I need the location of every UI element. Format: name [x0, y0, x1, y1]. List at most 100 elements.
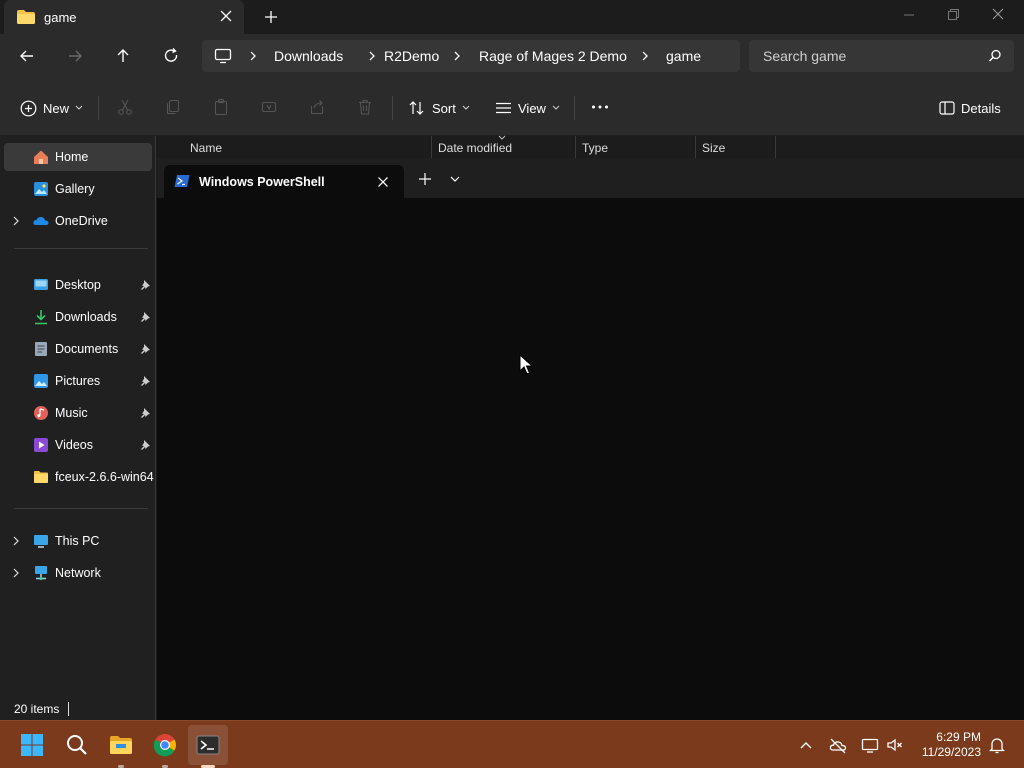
breadcrumb-downloads[interactable]: Downloads	[274, 48, 343, 64]
forward-icon[interactable]	[65, 46, 85, 66]
explorer-tab-game[interactable]: game	[4, 0, 244, 34]
chevron-right-icon[interactable]	[248, 50, 258, 62]
breadcrumb-rage-of-mages-2-demo[interactable]: Rage of Mages 2 Demo	[479, 48, 627, 64]
terminal-tab-powershell[interactable]: Windows PowerShell	[164, 165, 404, 198]
paste-icon[interactable]	[211, 97, 231, 117]
column-divider[interactable]	[431, 136, 432, 158]
close-window-icon[interactable]	[985, 5, 1011, 25]
view-button[interactable]: View	[495, 98, 560, 118]
chevron-right-icon[interactable]	[12, 216, 20, 226]
divider	[98, 96, 99, 120]
volume-muted-icon[interactable]	[885, 735, 905, 755]
sidebar-divider	[14, 508, 148, 509]
pin-icon[interactable]	[139, 311, 151, 323]
sort-indicator-icon	[498, 135, 506, 140]
display-icon[interactable]	[860, 735, 880, 755]
breadcrumb-game[interactable]: game	[666, 48, 701, 64]
sidebar-item-onedrive[interactable]: OneDrive	[4, 207, 152, 235]
chevron-down-icon[interactable]	[449, 175, 461, 183]
refresh-icon[interactable]	[161, 46, 181, 66]
onedrive-offline-icon[interactable]	[828, 735, 848, 755]
terminal-icon[interactable]	[196, 733, 220, 757]
pin-icon[interactable]	[139, 343, 151, 355]
new-tab-icon[interactable]	[418, 172, 432, 186]
column-header-date-modified[interactable]: Date modified	[438, 141, 512, 155]
close-tab-icon[interactable]	[376, 175, 390, 189]
chevron-right-icon[interactable]	[640, 50, 650, 62]
videos-icon	[34, 438, 48, 452]
sidebar-item-label: Pictures	[55, 374, 101, 388]
column-header-type[interactable]: Type	[582, 141, 608, 155]
status-item-count: 20 items	[14, 702, 60, 716]
up-icon[interactable]	[113, 46, 133, 66]
column-divider[interactable]	[775, 136, 776, 158]
share-icon[interactable]	[307, 97, 327, 117]
pin-icon[interactable]	[139, 375, 151, 387]
pin-icon[interactable]	[139, 279, 151, 291]
sidebar-item-this-pc[interactable]: This PC	[4, 527, 152, 555]
rename-icon[interactable]	[259, 97, 279, 117]
search-icon	[989, 49, 1001, 62]
pin-icon[interactable]	[139, 439, 151, 451]
system-clock[interactable]: 6:29 PM 11/29/2023	[922, 730, 981, 760]
documents-icon	[35, 342, 47, 356]
chevron-right-icon[interactable]	[12, 536, 20, 546]
home-icon	[34, 150, 48, 164]
sidebar-item-desktop[interactable]: Desktop	[4, 271, 152, 299]
new-tab-icon[interactable]	[262, 8, 280, 26]
search-input[interactable]: Search game	[749, 40, 1014, 72]
back-icon[interactable]	[17, 46, 37, 66]
column-header-name[interactable]: Name	[190, 141, 222, 155]
more-options-icon[interactable]	[590, 97, 610, 117]
computer-icon	[214, 48, 232, 64]
copy-icon[interactable]	[163, 97, 183, 117]
sidebar-item-documents[interactable]: Documents	[4, 335, 152, 363]
breadcrumb-r2demo[interactable]: R2Demo	[384, 48, 439, 64]
column-header-size[interactable]: Size	[702, 141, 725, 155]
search-icon[interactable]	[65, 733, 89, 757]
view-icon	[496, 102, 511, 114]
divider	[574, 96, 575, 120]
navigation-bar: Downloads R2Demo Rage of Mages 2 Demo ga…	[0, 34, 1024, 78]
cut-icon[interactable]	[115, 97, 135, 117]
column-divider[interactable]	[575, 136, 576, 158]
sidebar-item-home[interactable]: Home	[4, 143, 152, 171]
network-icon	[35, 566, 47, 581]
chevron-right-icon[interactable]	[367, 50, 377, 62]
sidebar-item-label: Music	[55, 406, 88, 420]
pin-icon[interactable]	[139, 407, 151, 419]
explorer-tab-title: game	[44, 10, 77, 25]
sidebar-item-music[interactable]: Music	[4, 399, 152, 427]
terminal-window[interactable]: Windows PowerShell	[157, 158, 1024, 720]
delete-icon[interactable]	[355, 97, 375, 117]
downloads-icon	[35, 310, 47, 325]
address-bar[interactable]: Downloads R2Demo Rage of Mages 2 Demo ga…	[202, 40, 740, 72]
sidebar-item-network[interactable]: Network	[4, 559, 152, 587]
sort-button[interactable]: Sort	[408, 98, 470, 118]
notification-bell-icon[interactable]	[987, 735, 1007, 755]
chevron-right-icon[interactable]	[452, 50, 462, 62]
file-explorer-icon[interactable]	[109, 733, 133, 757]
sidebar-item-label: Network	[55, 566, 101, 580]
sidebar-item-downloads[interactable]: Downloads	[4, 303, 152, 331]
minimize-icon[interactable]	[896, 5, 922, 25]
sidebar-item-gallery[interactable]: Gallery	[4, 175, 152, 203]
details-label: Details	[961, 100, 1001, 116]
new-button[interactable]: New	[20, 98, 83, 118]
chevron-right-icon[interactable]	[12, 568, 20, 578]
view-label: View	[518, 100, 546, 116]
music-icon	[34, 406, 48, 420]
sidebar-item-pictures[interactable]: Pictures	[4, 367, 152, 395]
column-divider[interactable]	[695, 136, 696, 158]
folder-icon	[17, 10, 35, 24]
start-icon[interactable]	[20, 733, 44, 757]
chevron-up-icon[interactable]	[796, 735, 816, 755]
details-button[interactable]: Details	[939, 98, 1001, 118]
restore-icon[interactable]	[940, 5, 966, 25]
chrome-icon[interactable]	[153, 733, 177, 757]
plus-circle-icon	[20, 100, 37, 116]
sidebar-item-videos[interactable]: Videos	[4, 431, 152, 459]
close-tab-icon[interactable]	[218, 8, 234, 24]
taskbar: 6:29 PM 11/29/2023	[0, 720, 1024, 768]
sidebar-item-fceux[interactable]: fceux-2.6.6-win64	[4, 463, 154, 491]
